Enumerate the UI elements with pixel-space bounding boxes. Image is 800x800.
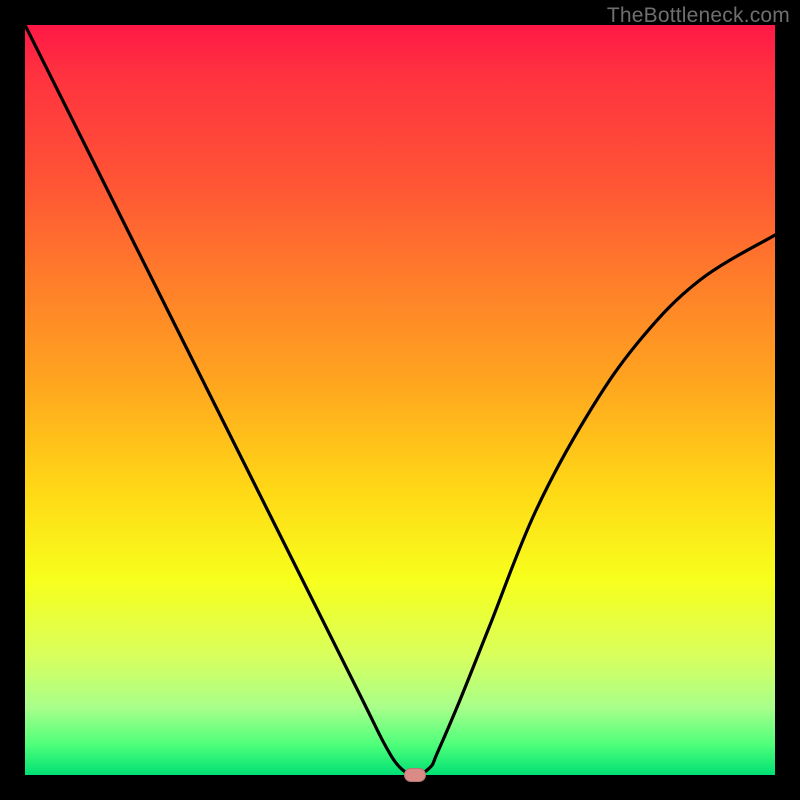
optimum-marker [404,768,426,782]
plot-area [25,25,775,775]
chart-frame: TheBottleneck.com [0,0,800,800]
watermark-text: TheBottleneck.com [607,4,790,28]
bottleneck-curve [25,25,775,775]
